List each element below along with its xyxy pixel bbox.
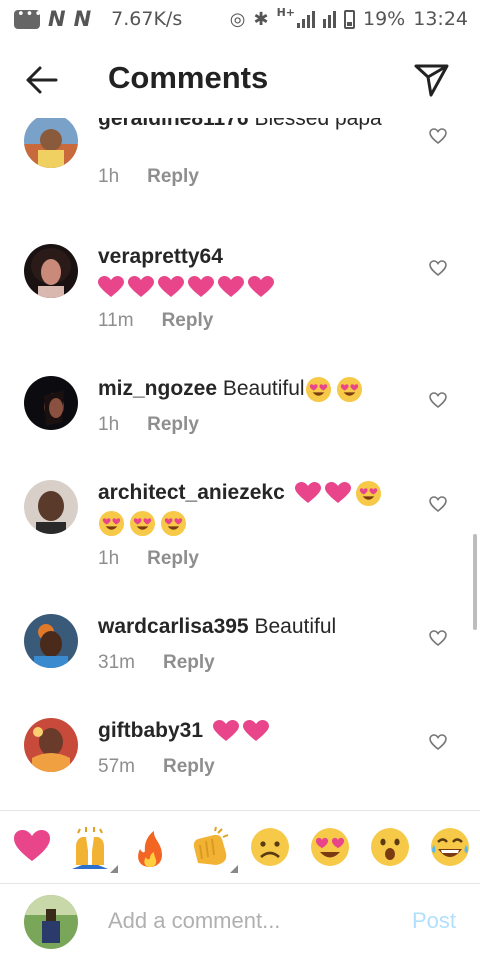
network-type: H+: [276, 6, 295, 19]
heart-eyes-face-emoji-button[interactable]: [308, 825, 352, 869]
emoji-quick-bar: [0, 810, 480, 884]
avatar[interactable]: [24, 376, 78, 430]
heart-eyes-emoji-icon: [160, 510, 187, 537]
like-heart-icon[interactable]: [428, 126, 448, 146]
like-heart-icon[interactable]: [428, 258, 448, 278]
heart-emoji-icon: [248, 276, 274, 298]
fire-emoji-button[interactable]: [128, 825, 172, 869]
heart-eyes-emoji-icon: [305, 376, 332, 403]
comment-text: Beautiful: [254, 615, 337, 638]
comment-list[interactable]: geraldine81176 Blessed papa 1h Reply vera…: [0, 118, 480, 808]
comment-username[interactable]: miz_ngozee: [98, 377, 217, 400]
heart-eyes-emoji-icon: [129, 510, 156, 537]
reply-button[interactable]: Reply: [147, 548, 199, 569]
comment-text: Blessed papa: [254, 118, 382, 130]
messages-icon: [14, 7, 43, 29]
like-heart-icon[interactable]: [428, 390, 448, 410]
comment-emoji: [98, 275, 274, 298]
comment-time: 57m: [98, 756, 135, 777]
bluetooth-icon: ✱: [253, 8, 269, 30]
comment-username[interactable]: wardcarlisa395: [98, 615, 249, 638]
surprised-face-emoji-button[interactable]: [368, 825, 412, 869]
battery-icon: [344, 9, 355, 29]
network-speed: 7.67K/s: [111, 8, 183, 30]
send-icon[interactable]: [412, 60, 452, 100]
heart-emoji-icon: [188, 276, 214, 298]
comment-input[interactable]: Add a comment...: [108, 908, 280, 934]
like-heart-icon[interactable]: [428, 628, 448, 648]
comment-meta: 11m Reply: [98, 310, 213, 332]
reply-button[interactable]: Reply: [163, 756, 215, 777]
avatar[interactable]: [24, 244, 78, 298]
reply-button[interactable]: Reply: [162, 310, 214, 331]
comment-username[interactable]: verapretty64: [98, 245, 223, 268]
reply-button[interactable]: Reply: [147, 166, 199, 187]
reply-button[interactable]: Reply: [147, 414, 199, 435]
comment-composer: Add a comment... Post: [0, 884, 480, 960]
tears-of-joy-emoji-button[interactable]: [428, 825, 472, 869]
heart-emoji-icon: [218, 276, 244, 298]
comment-username[interactable]: geraldine81176: [98, 118, 249, 130]
heart-emoji-icon: [295, 482, 321, 504]
comment-meta: 1h Reply: [98, 548, 199, 570]
comment-time: 1h: [98, 548, 120, 569]
comment-time: 11m: [98, 310, 134, 331]
like-heart-icon[interactable]: [428, 494, 448, 514]
comment-username[interactable]: giftbaby31: [98, 719, 203, 742]
my-avatar: [24, 895, 78, 949]
signal-icon-2: [323, 10, 336, 28]
reply-button[interactable]: Reply: [163, 652, 215, 673]
comment-meta: 1h Reply: [98, 414, 199, 436]
scrollbar[interactable]: [473, 534, 477, 630]
status-bar: N N 7.67K/s ◎ ✱ H+ 19% 13:24: [0, 0, 480, 38]
post-button[interactable]: Post: [412, 908, 456, 934]
header: Comments: [0, 42, 480, 118]
heart-emoji-icon: [158, 276, 184, 298]
heart-emoji-icon: [213, 720, 239, 742]
comment-text: Beautiful: [222, 377, 305, 400]
page-title: Comments: [108, 60, 269, 95]
comment-time: 1h: [98, 414, 120, 435]
battery-percent: 19%: [363, 8, 406, 30]
like-heart-icon[interactable]: [428, 732, 448, 752]
avatar[interactable]: [24, 614, 78, 668]
signal-icon: [297, 10, 315, 28]
notification-n-icon: N: [48, 7, 66, 31]
notification-n-icon-2: N: [73, 7, 92, 31]
avatar[interactable]: [24, 118, 78, 168]
heart-emoji-button[interactable]: [10, 825, 54, 869]
heart-emoji-icon: [128, 276, 154, 298]
comment-meta: 1h Reply: [98, 166, 199, 188]
heart-eyes-emoji-icon: [355, 480, 382, 507]
comment-username[interactable]: architect_aniezekc: [98, 481, 285, 504]
comment-time: 1h: [98, 166, 120, 187]
comment-meta: 31m Reply: [98, 652, 215, 674]
heart-emoji-icon: [243, 720, 269, 742]
heart-eyes-emoji-icon: [98, 510, 125, 537]
raised-hands-emoji-button[interactable]: [68, 825, 112, 869]
avatar[interactable]: [24, 718, 78, 772]
comment-time: 31m: [98, 652, 135, 673]
heart-emoji-icon: [325, 482, 351, 504]
clapping-hands-emoji-button[interactable]: [188, 825, 232, 869]
heart-emoji-icon: [98, 276, 124, 298]
heart-eyes-emoji-icon: [336, 376, 363, 403]
sad-face-emoji-button[interactable]: [248, 825, 292, 869]
hotspot-icon: ◎: [229, 8, 246, 30]
avatar[interactable]: [24, 480, 78, 534]
comment-meta: 57m Reply: [98, 756, 215, 778]
back-arrow-icon[interactable]: [22, 60, 62, 100]
clock: 13:24: [413, 8, 468, 30]
